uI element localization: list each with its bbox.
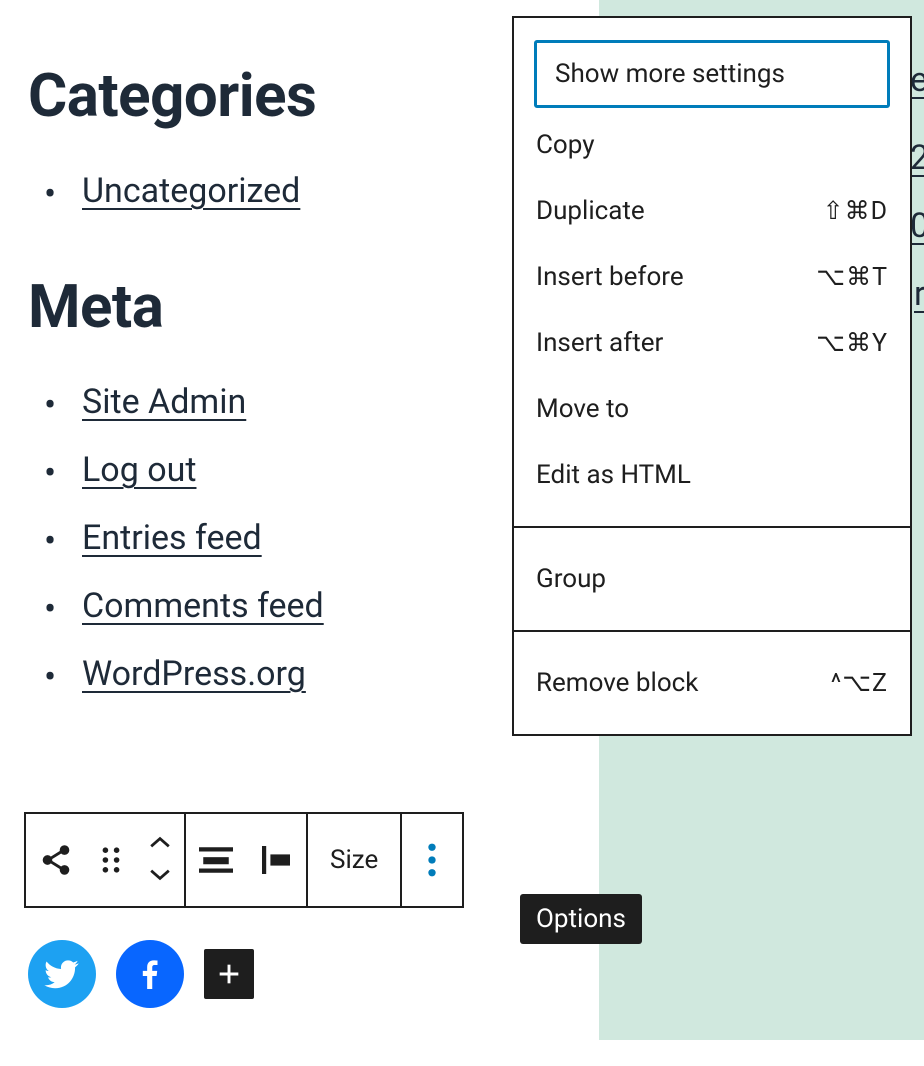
twitter-button[interactable] (28, 940, 96, 1008)
move-down-button[interactable] (149, 860, 171, 891)
more-options-button[interactable] (402, 814, 462, 906)
move-up-button[interactable] (149, 829, 171, 860)
menu-item-label: Group (536, 564, 606, 594)
menu-item-label: Copy (536, 130, 595, 160)
menu-item-label: Show more settings (555, 59, 785, 89)
menu-item-shortcut: ⌥⌘Y (816, 328, 888, 358)
meta-link-comments-feed[interactable]: Comments feed (82, 586, 324, 626)
menu-item-label: Insert after (536, 328, 663, 358)
menu-item-label: Remove block (536, 668, 698, 698)
block-options-menu: Show more settings Copy Duplicate ⇧⌘D In… (512, 16, 912, 736)
menu-item-show-more-settings[interactable]: Show more settings (534, 40, 890, 108)
add-social-button[interactable] (204, 949, 254, 999)
menu-item-label: Edit as HTML (536, 460, 691, 490)
size-button[interactable]: Size (308, 814, 400, 906)
meta-link-wordpress[interactable]: WordPress.org (82, 654, 306, 694)
meta-link-log-out[interactable]: Log out (82, 450, 196, 490)
align-button[interactable] (246, 814, 306, 906)
menu-item-shortcut: ^⌥Z (831, 668, 888, 698)
block-mover (136, 814, 184, 906)
menu-item-duplicate[interactable]: Duplicate ⇧⌘D (514, 178, 910, 244)
menu-item-insert-before[interactable]: Insert before ⌥⌘T (514, 244, 910, 310)
menu-item-label: Move to (536, 394, 629, 424)
meta-link-site-admin[interactable]: Site Admin (82, 382, 246, 422)
menu-item-edit-html[interactable]: Edit as HTML (514, 442, 910, 508)
drag-handle-icon[interactable] (86, 814, 136, 906)
menu-item-group[interactable]: Group (514, 546, 910, 612)
menu-item-insert-after[interactable]: Insert after ⌥⌘Y (514, 310, 910, 376)
menu-item-copy[interactable]: Copy (514, 112, 910, 178)
social-links-block (28, 940, 254, 1008)
menu-item-label: Insert before (536, 262, 684, 292)
block-type-icon[interactable] (26, 814, 86, 906)
menu-item-remove-block[interactable]: Remove block ^⌥Z (514, 650, 910, 716)
menu-item-shortcut: ⇧⌘D (823, 196, 888, 226)
menu-item-label: Duplicate (536, 196, 645, 226)
options-tooltip: Options (520, 894, 642, 944)
meta-link-entries-feed[interactable]: Entries feed (82, 518, 262, 558)
facebook-button[interactable] (116, 940, 184, 1008)
block-toolbar: Size (24, 812, 464, 908)
justify-button[interactable] (186, 814, 246, 906)
menu-item-shortcut: ⌥⌘T (816, 262, 888, 292)
category-link[interactable]: Uncategorized (82, 171, 300, 211)
menu-item-move-to[interactable]: Move to (514, 376, 910, 442)
